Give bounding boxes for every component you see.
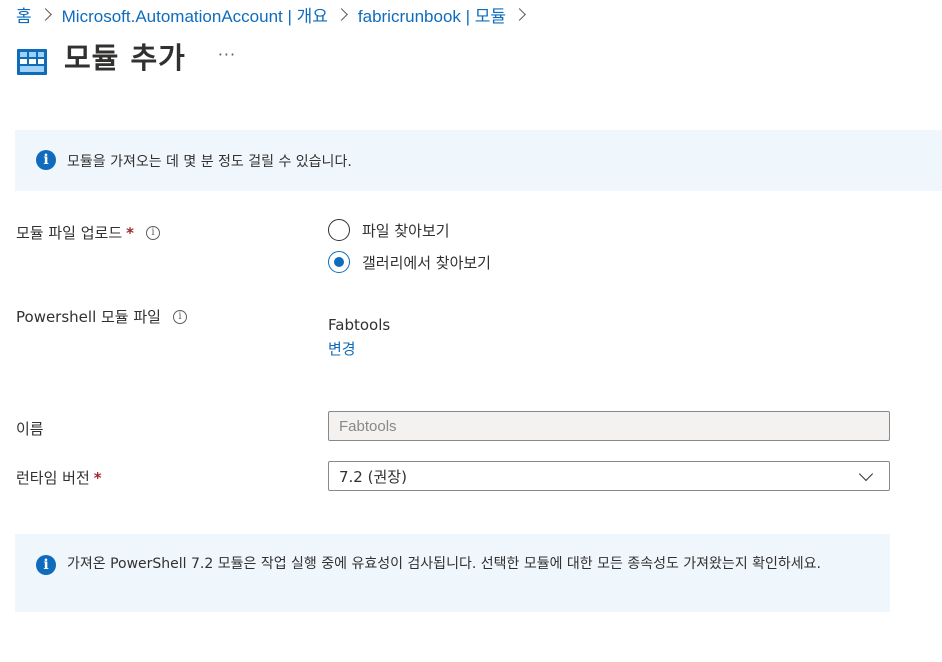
breadcrumb: 홈 Microsoft.AutomationAccount | 개요 fabri… bbox=[16, 2, 536, 27]
chevron-right-icon bbox=[513, 8, 526, 21]
breadcrumb-home[interactable]: 홈 bbox=[16, 2, 32, 27]
chevron-right-icon bbox=[38, 8, 52, 21]
upload-source-radio-group: 파일 찾아보기 갤러리에서 찾아보기 bbox=[328, 214, 491, 278]
runtime-version-dropdown[interactable]: 7.2 (권장) bbox=[328, 461, 890, 491]
module-file-value: Fabtools bbox=[328, 316, 391, 334]
radio-browse-gallery-label: 갤러리에서 찾아보기 bbox=[362, 253, 491, 272]
info-icon: i bbox=[36, 555, 56, 575]
modules-icon bbox=[17, 49, 47, 75]
title-row: 모듈 추가 ··· bbox=[16, 34, 236, 78]
radio-checked-icon[interactable] bbox=[328, 251, 350, 273]
upload-field-label: 모듈 파일 업로드 * i bbox=[16, 222, 160, 243]
module-file-label-text: Powershell 모듈 파일 bbox=[16, 308, 161, 326]
runtime-field-label: 런타임 버전 * bbox=[16, 467, 102, 488]
info-banner-validation-text: 가져온 PowerShell 7.2 모듈은 작업 실행 중에 유효성이 검사됩… bbox=[67, 556, 821, 572]
module-file-field-label: Powershell 모듈 파일 i bbox=[16, 306, 187, 327]
name-input[interactable] bbox=[328, 411, 890, 441]
info-banner-validation: i 가져온 PowerShell 7.2 모듈은 작업 실행 중에 유효성이 검… bbox=[15, 534, 890, 612]
runtime-label-text: 런타임 버전 bbox=[16, 469, 90, 487]
info-icon: i bbox=[36, 150, 56, 170]
name-field-label: 이름 bbox=[16, 418, 44, 439]
radio-unchecked-icon[interactable] bbox=[328, 219, 350, 241]
more-options-button[interactable]: ··· bbox=[218, 45, 236, 64]
radio-browse-gallery[interactable]: 갤러리에서 찾아보기 bbox=[328, 246, 491, 278]
radio-browse-file-label: 파일 찾아보기 bbox=[362, 221, 450, 240]
required-marker: * bbox=[93, 468, 102, 487]
add-module-page: 홈 Microsoft.AutomationAccount | 개요 fabri… bbox=[0, 0, 942, 662]
info-tooltip-icon[interactable]: i bbox=[172, 309, 187, 324]
breadcrumb-fabricrunbook-modules[interactable]: fabricrunbook | 모듈 bbox=[358, 2, 506, 27]
radio-browse-file[interactable]: 파일 찾아보기 bbox=[328, 214, 491, 246]
info-banner-import-time: i 모듈을 가져오는 데 몇 분 정도 걸릴 수 있습니다. bbox=[15, 130, 942, 191]
info-banner-text: 모듈을 가져오는 데 몇 분 정도 걸릴 수 있습니다. bbox=[67, 154, 352, 170]
runtime-version-selected: 7.2 (권장) bbox=[339, 467, 407, 486]
name-label-text: 이름 bbox=[16, 420, 44, 438]
info-tooltip-icon[interactable]: i bbox=[146, 225, 160, 240]
required-marker: * bbox=[126, 223, 134, 242]
chevron-right-icon bbox=[335, 8, 348, 21]
page-title: 모듈 추가 bbox=[64, 41, 186, 75]
breadcrumb-automation-account[interactable]: Microsoft.AutomationAccount | 개요 bbox=[62, 2, 328, 27]
chevron-down-icon bbox=[858, 466, 874, 481]
change-module-link[interactable]: 변경 bbox=[328, 338, 356, 359]
upload-label-text: 모듈 파일 업로드 bbox=[16, 224, 123, 242]
